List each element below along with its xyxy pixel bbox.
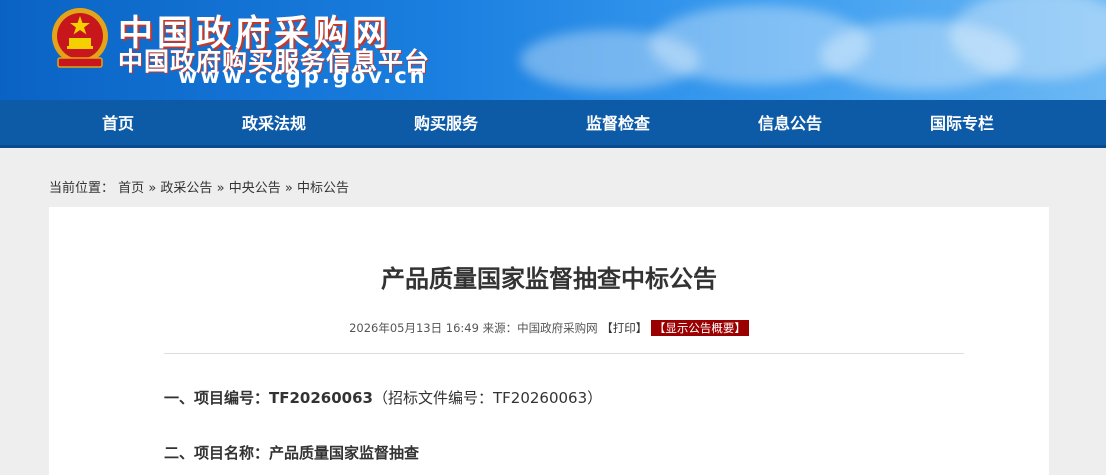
show-summary-button[interactable]: 【显示公告概要】 — [650, 320, 749, 336]
nav-item-purchase-services[interactable]: 购买服务 — [414, 100, 478, 148]
nav-item-announcements[interactable]: 信息公告 — [758, 100, 822, 148]
site-url: www.ccgp.gov.cn — [178, 64, 428, 88]
article-meta: 2026年05月13日 16:49 来源：中国政府采购网 【打印】 【显示公告概… — [49, 320, 1049, 336]
article-source-label: 来源： — [482, 321, 518, 335]
breadcrumb-separator: » — [284, 181, 293, 196]
breadcrumb-prefix: 当前位置： — [49, 181, 115, 196]
breadcrumb: 当前位置： 首页 » 政采公告 » 中央公告 » 中标公告 — [49, 177, 349, 196]
print-button[interactable]: 【打印】 — [601, 321, 647, 335]
nav-item-regulations[interactable]: 政采法规 — [242, 100, 306, 148]
divider — [164, 353, 964, 354]
breadcrumb-award-announcements[interactable]: 中标公告 — [297, 181, 349, 196]
nav-item-home[interactable]: 首页 — [102, 100, 134, 148]
article-title: 产品质量国家监督抽查中标公告 — [381, 265, 717, 293]
article-source: 中国政府采购网 — [517, 321, 598, 335]
project-number-value: TF20260063 — [269, 389, 373, 407]
breadcrumb-separator: » — [148, 181, 157, 196]
breadcrumb-home[interactable]: 首页 — [118, 181, 144, 196]
article-card: 产品质量国家监督抽查中标公告 2026年05月13日 16:49 来源：中国政府… — [49, 207, 1049, 475]
project-name-heading: 二、项目名称： — [164, 444, 270, 462]
article-date: 2026年05月13日 16:49 — [349, 321, 479, 335]
breadcrumb-separator: » — [216, 181, 225, 196]
project-name-value: 产品质量国家监督抽查 — [269, 444, 420, 462]
project-name-line: 二、项目名称：产品质量国家监督抽查 — [164, 442, 419, 463]
site-header: 中国政府采购网 中国政府购买服务信息平台 www.ccgp.gov.cn — [0, 0, 1106, 100]
project-number-line: 一、项目编号：TF20260063（招标文件编号：TF20260063） — [164, 387, 602, 408]
breadcrumb-central-announcements[interactable]: 中央公告 — [229, 181, 281, 196]
tender-doc-number: （招标文件编号：TF20260063） — [373, 389, 603, 407]
nav-item-supervision[interactable]: 监督检查 — [586, 100, 650, 148]
project-number-heading: 一、项目编号： — [164, 389, 270, 407]
nav-item-international[interactable]: 国际专栏 — [930, 100, 994, 148]
breadcrumb-procurement-announcements[interactable]: 政采公告 — [160, 181, 212, 196]
main-nav: 首页 政采法规 购买服务 监督检查 信息公告 国际专栏 — [0, 100, 1106, 148]
national-emblem-icon — [52, 8, 108, 68]
